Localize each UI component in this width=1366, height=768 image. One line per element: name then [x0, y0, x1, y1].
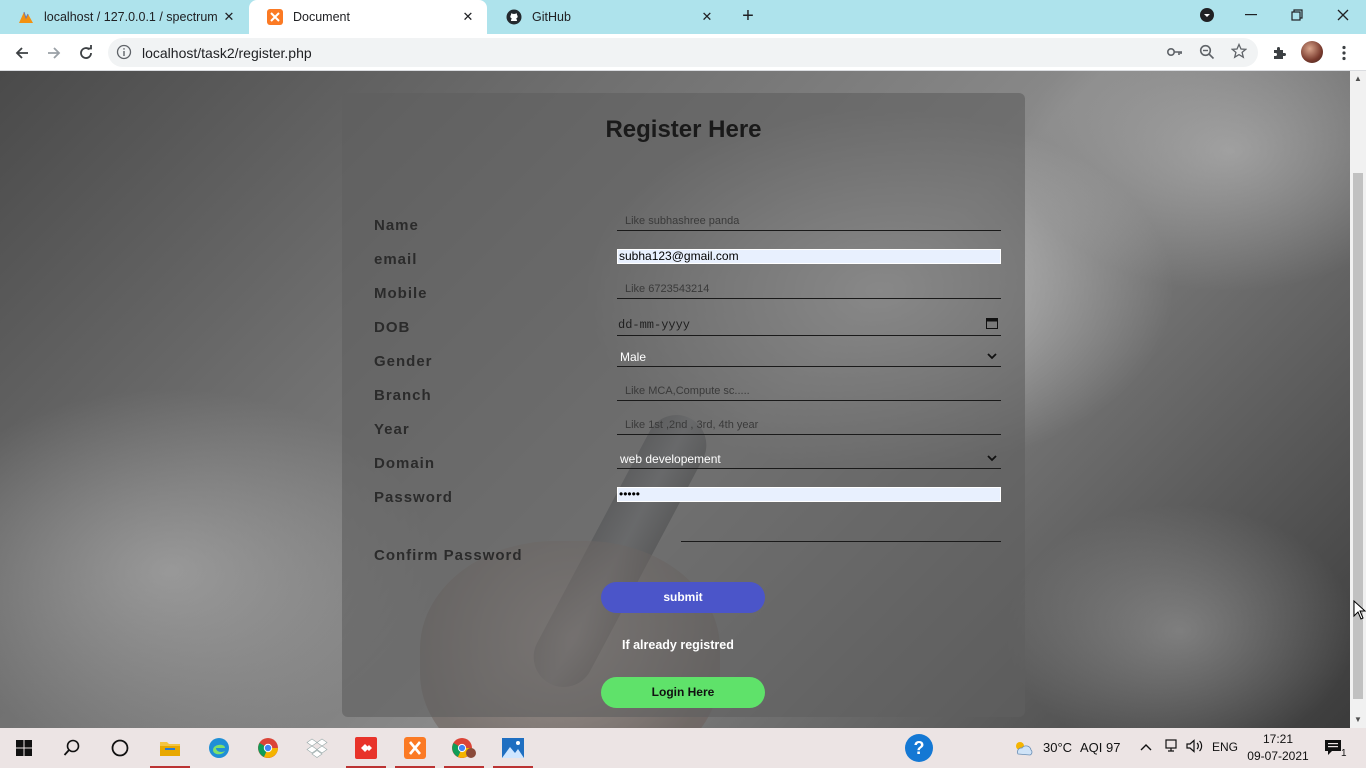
menu-icon[interactable] — [1333, 42, 1355, 64]
gender-select[interactable]: Male — [617, 349, 1001, 367]
volume-icon[interactable] — [1186, 739, 1204, 756]
photos-icon[interactable] — [489, 728, 537, 768]
tab-title: Document — [293, 10, 350, 24]
domain-select[interactable]: web developement — [617, 451, 1001, 469]
chrome-profile-icon[interactable] — [440, 728, 488, 768]
clock-date: 09-07-2021 — [1247, 749, 1309, 763]
profile-avatar[interactable] — [1301, 41, 1323, 63]
close-icon[interactable]: ✕ — [220, 8, 238, 26]
page-title: Register Here — [605, 116, 762, 143]
key-icon[interactable] — [1166, 43, 1184, 61]
submit-button[interactable]: submit — [601, 582, 765, 613]
mobile-input[interactable]: Like 6723543214 — [617, 281, 1001, 299]
xampp-taskbar-icon[interactable] — [391, 728, 439, 768]
gender-value: Male — [620, 350, 647, 364]
taskbar: ? 30°C AQI 97 ENG 17:21 09-07-2021 1 — [0, 728, 1366, 768]
system-clock[interactable]: 17:21 09-07-2021 — [1246, 731, 1310, 765]
reload-button[interactable] — [73, 40, 99, 66]
label-name: Name — [374, 217, 419, 234]
tab-github[interactable]: GitHub ✕ — [488, 0, 726, 34]
close-icon[interactable]: ✕ — [698, 8, 716, 26]
label-mobile: Mobile — [374, 285, 428, 302]
language-indicator[interactable]: ENG — [1212, 740, 1238, 754]
calendar-icon[interactable] — [986, 317, 998, 329]
year-input[interactable]: Like 1st ,2nd , 3rd, 4th year — [617, 417, 1001, 435]
mouse-cursor-icon — [1353, 600, 1366, 620]
scroll-thumb[interactable] — [1353, 173, 1363, 699]
tab-title: localhost / 127.0.0.1 / spectrum / — [44, 10, 220, 24]
edge-icon[interactable] — [195, 728, 243, 768]
new-tab-button[interactable]: + — [737, 5, 759, 27]
zoom-icon[interactable] — [1198, 43, 1216, 61]
search-icon[interactable] — [48, 728, 96, 768]
svg-text:?: ? — [914, 738, 925, 758]
label-year: Year — [374, 421, 410, 438]
label-confirm-password: Confirm Password — [374, 547, 523, 564]
clock-time: 17:21 — [1262, 732, 1294, 746]
already-registered-text: If already registred — [622, 638, 734, 652]
close-icon[interactable]: ✕ — [459, 8, 477, 26]
page-viewport: Register Here Name Like subhashree panda… — [0, 71, 1350, 728]
tab-strip: localhost / 127.0.0.1 / spectrum / ✕ Doc… — [0, 0, 1366, 34]
email-input[interactable]: subha123@gmail.com — [617, 249, 1001, 264]
domain-value: web developement — [620, 452, 721, 466]
network-icon[interactable] — [1163, 739, 1179, 756]
close-window-button[interactable] — [1320, 0, 1366, 30]
github-icon — [506, 9, 522, 25]
chevron-down-icon — [987, 353, 997, 360]
help-icon[interactable]: ? — [895, 728, 943, 768]
label-domain: Domain — [374, 455, 436, 472]
register-card: Register Here Name Like subhashree panda… — [342, 93, 1025, 717]
label-password: Password — [374, 489, 453, 506]
weather-icon[interactable] — [1012, 740, 1034, 759]
dropbox-icon[interactable] — [293, 728, 341, 768]
cortana-icon[interactable] — [96, 728, 144, 768]
page-scrollbar[interactable]: ▲ ▼ — [1350, 71, 1366, 728]
label-email: email — [374, 251, 418, 268]
bookmark-star-icon[interactable] — [1230, 42, 1248, 60]
label-gender: Gender — [374, 353, 433, 370]
minimize-button[interactable] — [1228, 0, 1274, 30]
info-icon[interactable] — [116, 44, 132, 60]
name-input[interactable]: Like subhashree panda — [617, 213, 1001, 231]
anydesk-icon[interactable] — [342, 728, 390, 768]
restore-button[interactable] — [1274, 0, 1320, 30]
tab-search-icon[interactable] — [1184, 0, 1230, 30]
password-input[interactable]: ••••• — [617, 487, 1001, 502]
tray-overflow-icon[interactable] — [1140, 739, 1152, 755]
extensions-icon[interactable] — [1268, 42, 1290, 64]
windows-start-icon[interactable] — [0, 728, 48, 768]
file-explorer-icon[interactable] — [146, 728, 194, 768]
scroll-down-arrow[interactable]: ▼ — [1354, 716, 1362, 724]
confirm-password-input[interactable] — [681, 524, 1001, 542]
scroll-up-arrow[interactable]: ▲ — [1354, 75, 1362, 83]
address-bar[interactable]: localhost/task2/register.php — [108, 38, 1258, 67]
chrome-icon[interactable] — [244, 728, 292, 768]
forward-button[interactable] — [41, 40, 67, 66]
aqi-value[interactable]: AQI 97 — [1080, 740, 1120, 755]
dob-input[interactable]: dd-mm-yyyy — [617, 317, 1001, 336]
tab-title: GitHub — [532, 10, 571, 24]
label-dob: DOB — [374, 319, 411, 336]
browser-toolbar: localhost/task2/register.php — [0, 34, 1366, 71]
weather-temp[interactable]: 30°C — [1043, 740, 1072, 755]
xampp-icon — [267, 9, 283, 25]
url-text: localhost/task2/register.php — [142, 45, 312, 61]
dob-placeholder: dd-mm-yyyy — [618, 318, 691, 332]
tab-phpmyadmin[interactable]: localhost / 127.0.0.1 / spectrum / ✕ — [0, 0, 248, 34]
tab-document[interactable]: Document ✕ — [249, 0, 487, 34]
login-button[interactable]: Login Here — [601, 677, 765, 708]
notification-count: 1 — [1341, 748, 1347, 759]
phpmyadmin-icon — [18, 9, 34, 25]
label-branch: Branch — [374, 387, 432, 404]
chevron-down-icon — [987, 455, 997, 462]
branch-input[interactable]: Like MCA,Compute sc..... — [617, 383, 1001, 401]
back-button[interactable] — [9, 40, 35, 66]
